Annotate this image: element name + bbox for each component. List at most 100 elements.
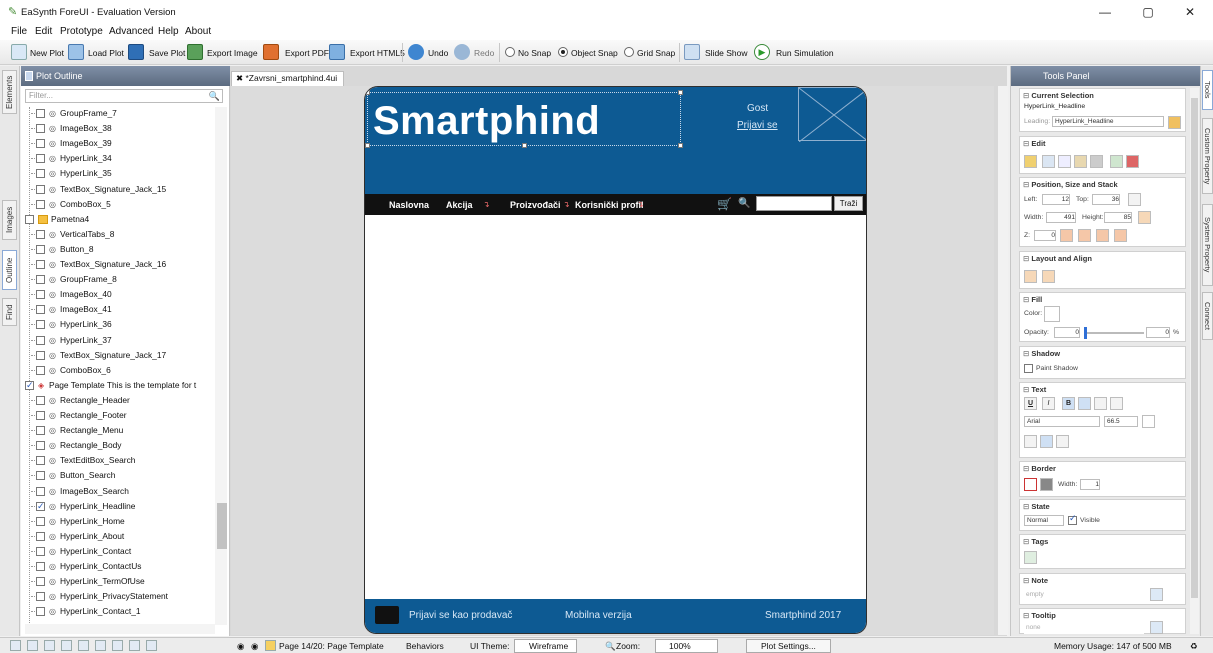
text-color-swatch[interactable]: [1142, 415, 1155, 428]
outline-item[interactable]: ◎ HyperLink_Contact_1: [21, 604, 216, 619]
redo-icon[interactable]: [454, 44, 470, 60]
visibility-icon[interactable]: ◎: [49, 151, 56, 166]
fill-color-swatch[interactable]: [1044, 306, 1060, 322]
visibility-icon[interactable]: ◎: [49, 287, 56, 302]
edit-tooltip-icon[interactable]: [1150, 621, 1163, 634]
outline-item[interactable]: ◎ ComboBox_5: [21, 197, 216, 212]
section-title[interactable]: Layout and Align: [1023, 254, 1092, 263]
outline-item-checkbox[interactable]: [36, 290, 45, 300]
bold-button[interactable]: B: [1062, 397, 1075, 410]
menu-link-sale[interactable]: Akcija: [446, 200, 473, 210]
outline-item-checkbox[interactable]: [36, 305, 45, 315]
outline-item-checkbox[interactable]: [36, 184, 45, 194]
italic-button[interactable]: I: [1042, 397, 1055, 410]
visibility-icon[interactable]: ◎: [49, 408, 56, 423]
save-plot-button[interactable]: Save Plot: [149, 48, 185, 58]
section-title[interactable]: Shadow: [1023, 349, 1060, 358]
visibility-icon[interactable]: ◎: [49, 242, 56, 257]
visibility-icon[interactable]: ◎: [49, 317, 56, 332]
section-title[interactable]: Tooltip: [1023, 611, 1055, 620]
visibility-icon[interactable]: ◎: [49, 453, 56, 468]
outline-item-checkbox[interactable]: [36, 229, 45, 239]
visibility-icon[interactable]: ◎: [49, 484, 56, 499]
visibility-icon[interactable]: ◎: [49, 302, 56, 317]
status-icon[interactable]: [44, 640, 55, 651]
logo-image-placeholder[interactable]: [798, 87, 866, 142]
menu-prototype[interactable]: Prototype: [60, 26, 103, 37]
valign-middle-icon[interactable]: [1040, 435, 1053, 448]
save-plot-icon[interactable]: [128, 44, 144, 60]
outline-item-checkbox[interactable]: [36, 199, 45, 209]
mockup-search-input[interactable]: [756, 196, 832, 211]
paste-icon[interactable]: [1074, 155, 1087, 168]
outline-item-checkbox[interactable]: [36, 335, 45, 345]
note-field[interactable]: empty: [1024, 590, 1148, 601]
tab-system-property[interactable]: System Property: [1202, 204, 1213, 286]
tab-custom-property[interactable]: Custom Property: [1202, 118, 1213, 194]
grid-snap-radio[interactable]: [624, 47, 634, 57]
headline-link[interactable]: Smartphind: [373, 99, 600, 144]
outline-item-checkbox[interactable]: [36, 139, 45, 149]
load-plot-icon[interactable]: [68, 44, 84, 60]
tab-find[interactable]: Find: [2, 298, 17, 326]
outline-item[interactable]: ◎ ImageBox_Search: [21, 484, 216, 499]
opacity-input[interactable]: 0: [1054, 327, 1080, 338]
canvas-scrollbar[interactable]: [998, 86, 1008, 635]
visibility-icon[interactable]: ◎: [49, 468, 56, 483]
menu-help[interactable]: Help: [158, 26, 179, 37]
visibility-icon[interactable]: ◎: [49, 166, 56, 181]
valign-top-icon[interactable]: [1024, 435, 1037, 448]
visibility-icon[interactable]: ◎: [49, 574, 56, 589]
visibility-icon[interactable]: ◎: [49, 348, 56, 363]
outline-item[interactable]: ◎ ComboBox_6: [21, 363, 216, 378]
outline-item[interactable]: ◎ HyperLink_Contact: [21, 544, 216, 559]
section-title[interactable]: Tags: [1023, 537, 1048, 546]
mobile-version-link[interactable]: Mobilna verzija: [565, 610, 632, 621]
search-icon[interactable]: 🔍: [209, 90, 220, 102]
font-size-input[interactable]: 66.5: [1104, 416, 1138, 427]
section-title[interactable]: Edit: [1023, 139, 1045, 148]
outline-item[interactable]: ◎ Rectangle_Footer: [21, 408, 216, 423]
outline-item[interactable]: ◎ HyperLink_TermOfUse: [21, 574, 216, 589]
outline-item-checkbox[interactable]: [36, 471, 45, 481]
top-input[interactable]: 36: [1092, 194, 1120, 205]
outline-item[interactable]: ◎ Rectangle_Header: [21, 393, 216, 408]
leading-field[interactable]: HyperLink_Headline: [1052, 116, 1164, 127]
visibility-icon[interactable]: ◎: [49, 182, 56, 197]
outline-item-checkbox[interactable]: [36, 577, 45, 587]
section-title[interactable]: State: [1023, 502, 1049, 511]
visibility-icon[interactable]: ◎: [49, 604, 56, 619]
menu-link-home[interactable]: Naslovna: [389, 200, 429, 210]
slide-show-icon[interactable]: [684, 44, 700, 60]
outline-item[interactable]: ◎ HyperLink_Headline: [21, 499, 216, 514]
visibility-icon[interactable]: ◎: [49, 227, 56, 242]
outline-item[interactable]: ◎ TextBox_Signature_Jack_17: [21, 348, 216, 363]
outline-item[interactable]: ◎ HyperLink_34: [21, 151, 216, 166]
outline-item-checkbox[interactable]: [36, 607, 45, 617]
next-page-icon[interactable]: ◉: [251, 641, 258, 652]
border-style-swatch[interactable]: [1040, 478, 1053, 491]
run-simulation-button[interactable]: Run Simulation: [776, 48, 834, 58]
outline-item-checkbox[interactable]: [36, 154, 45, 164]
login-link[interactable]: Prijavi se: [737, 120, 778, 131]
status-icon[interactable]: [112, 640, 123, 651]
visibility-icon[interactable]: ◎: [49, 333, 56, 348]
tab-images[interactable]: Images: [2, 200, 17, 240]
section-title[interactable]: Text: [1023, 385, 1046, 394]
send-back-icon[interactable]: [1114, 229, 1127, 242]
outline-item[interactable]: ◎ HyperLink_PrivacyStatement: [21, 589, 216, 604]
outline-item[interactable]: ◎ TextBox_Signature_Jack_15: [21, 182, 216, 197]
outline-item[interactable]: ◎ GroupFrame_7: [21, 106, 216, 121]
border-width-input[interactable]: 1: [1080, 479, 1100, 490]
visibility-icon[interactable]: ◎: [49, 121, 56, 136]
object-snap-radio[interactable]: [558, 47, 568, 57]
behaviors-button[interactable]: Behaviors: [406, 641, 444, 651]
outline-item[interactable]: ◎ HyperLink_37: [21, 333, 216, 348]
outline-item[interactable]: ◎ TextEditBox_Search: [21, 453, 216, 468]
height-input[interactable]: 85: [1104, 212, 1132, 223]
outline-item[interactable]: ◎ Rectangle_Menu: [21, 423, 216, 438]
no-snap-radio[interactable]: [505, 47, 515, 57]
visibility-icon[interactable]: ◎: [49, 514, 56, 529]
cart-icon[interactable]: 🛒: [717, 197, 732, 211]
resize-handle[interactable]: [678, 143, 683, 148]
